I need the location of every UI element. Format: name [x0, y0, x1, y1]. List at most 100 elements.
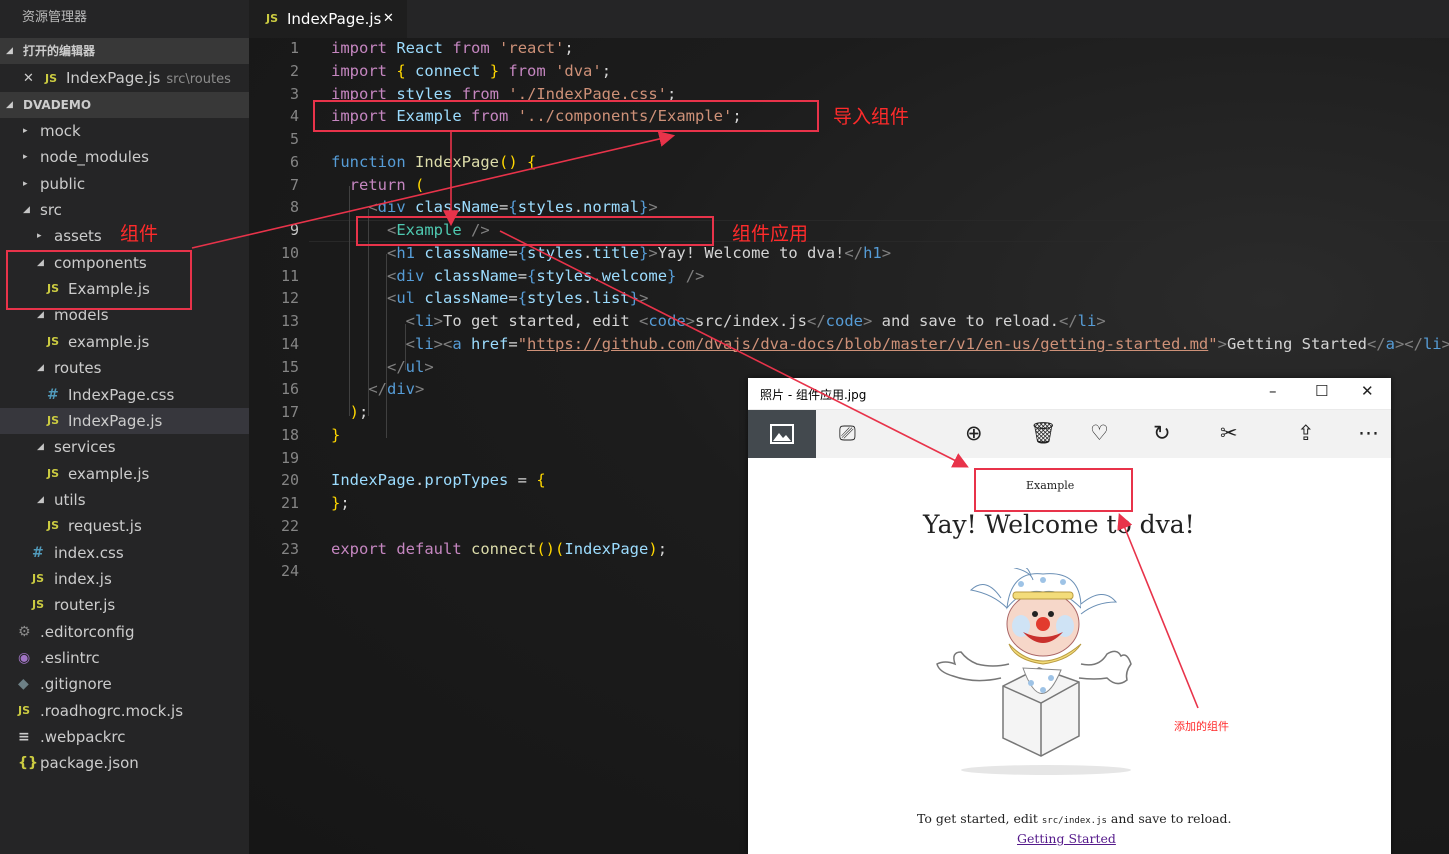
line-number: 22: [280, 516, 299, 535]
line-number: 21: [280, 494, 299, 512]
js-file-icon: JS: [266, 12, 279, 25]
line-number: 24: [280, 562, 299, 581]
getting-started-link[interactable]: Getting Started: [1017, 831, 1116, 846]
tree-item-label: IndexPage.js: [68, 411, 163, 430]
tree-item[interactable]: JS request.js: [0, 513, 249, 539]
git-icon: ◆: [18, 676, 29, 693]
code-line[interactable]: <div className={styles.welcome} />: [331, 267, 704, 285]
tree-item[interactable]: ▸ mock: [0, 118, 249, 144]
close-icon[interactable]: ✕: [23, 65, 34, 92]
tree-item[interactable]: JS example.js: [0, 461, 249, 487]
welcome-heading: Yay! Welcome to dva!: [923, 510, 1195, 539]
added-component-label: 添加的组件: [1174, 720, 1229, 733]
rotate-icon[interactable]: ↻: [1153, 421, 1171, 445]
js-file-icon: JS: [18, 703, 31, 717]
code-line[interactable]: import { connect } from 'dva';: [331, 62, 611, 80]
code-line[interactable]: <li><a href="https://github.com/dvajs/dv…: [331, 335, 1449, 353]
code-line[interactable]: <div className={styles.normal}>: [331, 198, 657, 216]
explorer-title: 资源管理器: [22, 10, 88, 25]
line-number: 9: [289, 221, 299, 239]
code-line[interactable]: };: [331, 494, 350, 512]
js-file-icon: JS: [47, 519, 60, 533]
line-number: 8: [289, 198, 299, 217]
tree-item[interactable]: # index.css: [0, 540, 249, 566]
code-line[interactable]: <ul className={styles.list}>: [331, 289, 648, 307]
tree-item[interactable]: ▸ public: [0, 171, 249, 197]
open-editors-header[interactable]: ◢ 打开的编辑器: [0, 38, 249, 64]
line-number: 23: [280, 539, 299, 558]
tree-item-label: .gitignore: [40, 675, 112, 694]
close-icon[interactable]: ✕: [383, 0, 394, 38]
tree-item[interactable]: ◉ .eslintrc: [0, 645, 249, 671]
tree-item[interactable]: ◢ services: [0, 434, 249, 460]
line-number: 17: [280, 403, 299, 421]
zoom-in-icon[interactable]: ⊕: [965, 421, 983, 445]
more-icon[interactable]: ⋯: [1358, 421, 1379, 445]
code-line[interactable]: IndexPage.propTypes = {: [331, 471, 546, 489]
code-line[interactable]: </ul>: [331, 358, 434, 376]
tree-item[interactable]: # IndexPage.css: [0, 382, 249, 408]
tree-item[interactable]: JS .roadhogrc.mock.js: [0, 698, 249, 724]
tree-item[interactable]: ◆ .gitignore: [0, 671, 249, 697]
chevron-right-icon[interactable]: ▸: [23, 171, 28, 197]
tree-item[interactable]: JS IndexPage.js: [0, 407, 249, 434]
tree-item[interactable]: ▸ node_modules: [0, 144, 249, 170]
tree-item[interactable]: ⚙ .editorconfig: [0, 619, 249, 645]
chevron-down-icon[interactable]: ◢: [37, 434, 44, 460]
tree-item-label: src: [40, 201, 62, 220]
tree-item[interactable]: ≡ .webpackrc: [0, 724, 249, 750]
tree-item[interactable]: ◢ utils: [0, 487, 249, 513]
minimize-button[interactable]: –: [1269, 382, 1277, 400]
tree-item[interactable]: JS router.js: [0, 592, 249, 618]
photos-title-bar: 照片 - 组件应用.jpg – ☐ ✕: [748, 378, 1391, 410]
tree-item-label: index.js: [54, 569, 112, 588]
usage-label: 组件应用: [732, 223, 809, 245]
tree-item[interactable]: JS index.js: [0, 566, 249, 592]
tree-item[interactable]: {} package.json: [0, 750, 249, 776]
tree-item-label: node_modules: [40, 148, 149, 167]
chevron-right-icon[interactable]: ▸: [23, 144, 28, 170]
chevron-down-icon[interactable]: ◢: [37, 355, 44, 381]
tree-item[interactable]: ◢ routes: [0, 355, 249, 381]
js-file-icon: JS: [32, 571, 45, 585]
tree-item[interactable]: JS example.js: [0, 329, 249, 355]
code-line[interactable]: }: [331, 426, 340, 444]
code-line[interactable]: <h1 className={styles.title}>Yay! Welcom…: [331, 244, 891, 262]
chevron-down-icon[interactable]: ◢: [23, 197, 30, 223]
tree-item-label: package.json: [40, 754, 139, 773]
edit-icon[interactable]: ✂: [1220, 421, 1238, 445]
maximize-button[interactable]: ☐: [1315, 382, 1328, 400]
tree-item-label: utils: [54, 490, 86, 509]
close-button[interactable]: ✕: [1361, 382, 1374, 400]
explorer-sidebar: 资源管理器 ◢ 打开的编辑器 ✕ JS IndexPage.js src\rout…: [0, 0, 249, 854]
tab-indexpage[interactable]: JS IndexPage.js ✕: [249, 0, 407, 38]
code-line[interactable]: function IndexPage() {: [331, 153, 536, 171]
code-line[interactable]: export default connect()(IndexPage);: [331, 540, 667, 558]
slideshow-icon[interactable]: ⎚: [839, 421, 856, 446]
favorite-icon[interactable]: ♡: [1090, 421, 1109, 445]
collapse-triangle-icon: ◢: [6, 46, 13, 56]
code-line[interactable]: <li>To get started, edit <code>src/index…: [331, 312, 1106, 330]
image-view-button[interactable]: [748, 410, 816, 458]
chevron-down-icon[interactable]: ◢: [37, 487, 44, 513]
js-file-icon: JS: [45, 72, 58, 85]
code-line[interactable]: </div>: [331, 380, 424, 398]
component-label: 组件: [120, 223, 159, 245]
delete-icon[interactable]: 🗑: [1030, 421, 1057, 446]
project-header[interactable]: ◢ DVADEMO: [0, 92, 249, 118]
share-icon[interactable]: ⇪: [1297, 421, 1315, 445]
chevron-right-icon[interactable]: ▸: [37, 223, 42, 249]
line-number: 14: [280, 334, 299, 353]
tree-item-label: request.js: [68, 517, 142, 536]
tab-label: IndexPage.js: [287, 10, 382, 28]
code-line[interactable]: import React from 'react';: [331, 39, 574, 57]
code-line[interactable]: );: [331, 403, 369, 421]
line-number: 6: [289, 152, 299, 171]
tree-item-label: assets: [54, 227, 102, 246]
css-file-icon: #: [47, 386, 59, 403]
import-highlight-box: [313, 100, 819, 132]
tree-item-label: example.js: [68, 464, 150, 483]
code-line[interactable]: return (: [331, 176, 425, 194]
open-editor-item[interactable]: ✕ JS IndexPage.js src\routes: [0, 65, 249, 92]
chevron-right-icon[interactable]: ▸: [23, 118, 28, 144]
